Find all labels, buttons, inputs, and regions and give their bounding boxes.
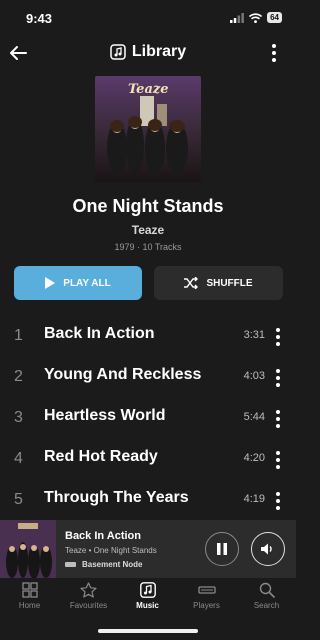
track-title: Heartless World — [44, 407, 166, 424]
track-duration: 4:19 — [243, 493, 265, 505]
album-cover-image: Teaze — [95, 76, 201, 182]
more-vertical-icon[interactable] — [275, 489, 281, 513]
status-time: 9:43 — [26, 11, 53, 26]
track-number: 5 — [14, 491, 23, 508]
music-note-icon — [139, 582, 156, 598]
track-row[interactable]: 1 Back In Action 3:31 — [0, 317, 296, 357]
signal-icon — [230, 12, 244, 23]
track-row[interactable]: 2 Young And Reckless 4:03 — [0, 358, 296, 398]
now-playing-bar[interactable]: Back In Action Teaze • One Night Stands … — [0, 520, 296, 578]
track-number: 2 — [14, 368, 23, 385]
album-meta: 1979 · 10 Tracks — [114, 242, 182, 252]
more-vertical-icon[interactable] — [275, 407, 281, 431]
play-all-label: PLAY ALL — [63, 277, 111, 289]
track-row[interactable]: 5 Through The Years 4:19 — [0, 481, 296, 521]
track-title: Young And Reckless — [44, 366, 202, 383]
track-duration: 5:44 — [243, 411, 265, 423]
play-icon — [45, 277, 56, 289]
shuffle-button[interactable]: SHUFFLE — [154, 266, 283, 300]
tab-players[interactable]: Players — [177, 582, 236, 622]
shuffle-label: SHUFFLE — [206, 277, 253, 289]
star-icon — [80, 582, 97, 598]
tab-label: Favourites — [69, 601, 108, 610]
player-device-icon — [197, 586, 216, 594]
album-art: Teaze — [95, 76, 201, 182]
header-title-group: Library — [0, 43, 296, 61]
grid-icon — [21, 582, 38, 598]
now-playing-art — [0, 520, 56, 578]
header: Library — [0, 38, 296, 68]
album-title: One Night Stands — [72, 196, 224, 216]
battery-indicator: 64 — [267, 12, 282, 23]
home-indicator — [98, 629, 198, 633]
page-title: Library — [131, 43, 187, 60]
tab-label: Search — [253, 601, 280, 610]
status-bar: 9:43 64 — [0, 0, 296, 36]
tab-label: Players — [193, 601, 220, 610]
volume-icon — [261, 543, 272, 555]
album-art-logo: Teaze — [128, 82, 169, 97]
status-icons: 64 — [230, 12, 282, 23]
tab-home[interactable]: Home — [0, 582, 59, 622]
tab-label: Music — [136, 601, 159, 610]
volume-button[interactable] — [251, 532, 285, 566]
track-row[interactable]: 4 Red Hot Ready 4:20 — [0, 440, 296, 480]
more-vertical-icon[interactable] — [270, 41, 278, 65]
now-playing-subtitle: Teaze • One Night Stands — [65, 546, 157, 555]
tab-music[interactable]: Music — [118, 582, 177, 622]
track-title: Through The Years — [44, 489, 189, 506]
search-icon — [259, 582, 275, 598]
tab-favourites[interactable]: Favourites — [59, 582, 118, 622]
tab-search[interactable]: Search — [237, 582, 296, 622]
track-duration: 4:03 — [243, 370, 265, 382]
album-artist[interactable]: Teaze — [0, 223, 296, 237]
now-playing-title: Back In Action — [65, 530, 141, 542]
track-duration: 3:31 — [243, 329, 265, 341]
pause-icon — [217, 543, 227, 555]
track-row[interactable]: 3 Heartless World 5:44 — [0, 399, 296, 439]
pause-button[interactable] — [205, 532, 239, 566]
track-number: 4 — [14, 450, 23, 467]
player-device-icon — [65, 562, 76, 567]
more-vertical-icon[interactable] — [275, 325, 281, 349]
track-duration: 4:20 — [243, 452, 265, 464]
wifi-icon — [249, 12, 263, 23]
play-all-button[interactable]: PLAY ALL — [14, 266, 142, 300]
more-vertical-icon[interactable] — [275, 448, 281, 472]
shuffle-icon — [184, 277, 199, 289]
player-node-label: Basement Node — [82, 560, 143, 569]
track-number: 1 — [14, 327, 23, 344]
track-title: Red Hot Ready — [44, 448, 158, 465]
player-node: Basement Node — [65, 560, 142, 569]
music-library-icon — [110, 44, 126, 60]
track-number: 3 — [14, 409, 23, 426]
track-title: Back In Action — [44, 325, 155, 342]
tab-label: Home — [18, 601, 41, 610]
more-vertical-icon[interactable] — [275, 366, 281, 390]
